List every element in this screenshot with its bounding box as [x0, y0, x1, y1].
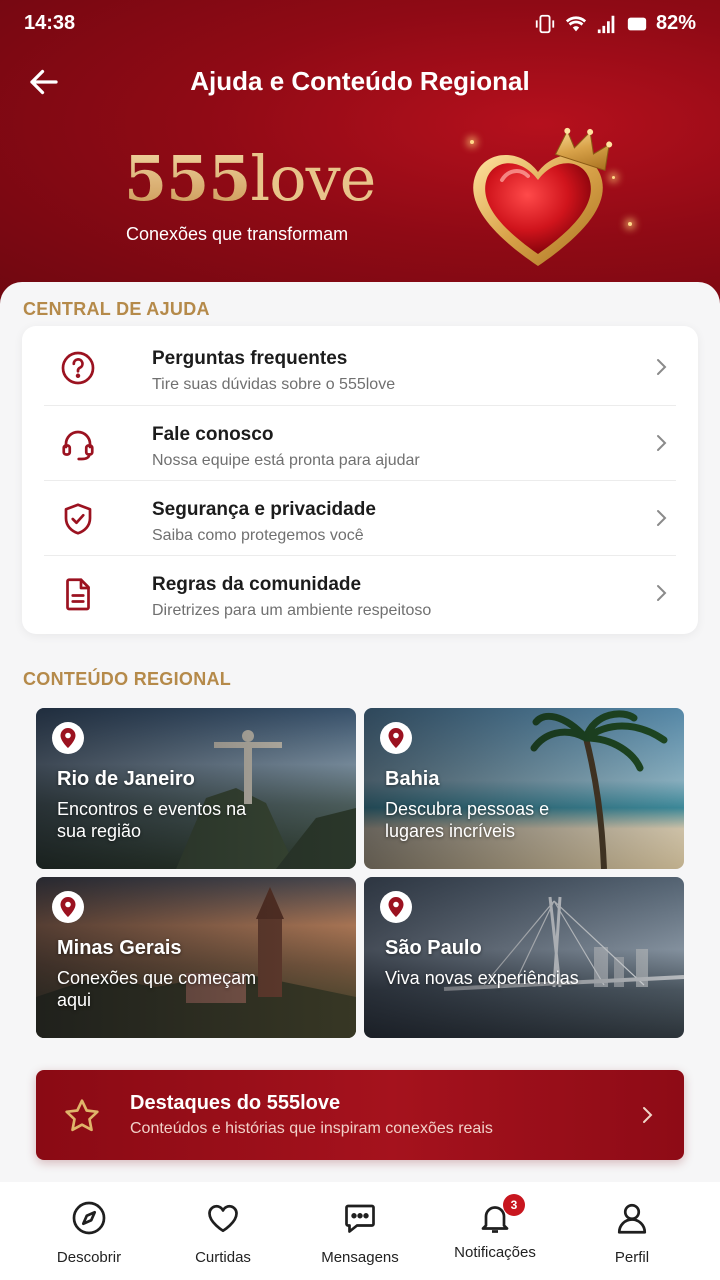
- nav-item-notifications[interactable]: 3 Notificações: [430, 1194, 560, 1261]
- chevron-right-icon: [657, 510, 667, 526]
- region-description: Descubra pessoas e lugares incríveis: [385, 799, 550, 841]
- location-pin-icon: [52, 722, 84, 754]
- region-card-rio[interactable]: Rio de Janeiro Encontros e eventos na su…: [36, 708, 356, 869]
- region-name: Minas Gerais: [57, 937, 182, 959]
- nav-item-discover[interactable]: Descobrir: [24, 1200, 154, 1266]
- help-item-rules[interactable]: Regras da comunidade Diretrizes para um …: [44, 555, 676, 629]
- help-card: Perguntas frequentes Tire suas dúvidas s…: [22, 326, 698, 634]
- notification-badge: 3: [503, 1194, 525, 1216]
- question-circle-icon: [61, 351, 95, 385]
- star-icon: [65, 1099, 99, 1132]
- main-content: CENTRAL DE AJUDA Perguntas frequentes Ti…: [0, 282, 720, 1182]
- brand-block: 555love Conexões que transformam: [124, 148, 376, 245]
- chevron-right-icon: [657, 585, 667, 601]
- wifi-icon: [565, 15, 587, 31]
- nav-label: Descobrir: [56, 1249, 122, 1266]
- help-item-faq[interactable]: Perguntas frequentes Tire suas dúvidas s…: [44, 330, 676, 404]
- status-bar: 14:38 82%: [0, 0, 720, 46]
- highlights-subtitle: Conteúdos e histórias que inspiram conex…: [130, 1120, 493, 1137]
- location-pin-icon: [380, 722, 412, 754]
- sparkle: [628, 222, 632, 226]
- help-item-subtitle: Diretrizes para um ambiente respeitoso: [152, 602, 432, 619]
- crowned-heart-icon: [473, 127, 613, 266]
- help-item-subtitle: Tire suas dúvidas sobre o 555love: [152, 376, 396, 393]
- battery-level: 82%: [655, 12, 696, 34]
- status-icons: 82%: [534, 12, 696, 35]
- nav-label: Perfil: [614, 1249, 650, 1266]
- region-card-minas[interactable]: Minas Gerais Conexões que começam aqui: [36, 877, 356, 1038]
- help-item-title: Regras da comunidade: [152, 574, 362, 595]
- region-name: São Paulo: [385, 937, 482, 959]
- page-title: Ajuda e Conteúdo Regional: [190, 66, 530, 96]
- sparkle: [612, 176, 615, 179]
- brand-tagline: Conexões que transformam: [126, 224, 349, 244]
- signal-icon: [597, 15, 615, 33]
- region-card-bahia[interactable]: Bahia Descubra pessoas e lugares incríve…: [364, 708, 684, 869]
- nav-item-profile[interactable]: Perfil: [567, 1200, 697, 1266]
- help-item-subtitle: Saiba como protegemos você: [152, 527, 364, 544]
- nav-label: Mensagens: [321, 1249, 399, 1266]
- compass-icon: [72, 1201, 106, 1235]
- section-title-regional: CONTEÚDO REGIONAL: [23, 669, 232, 689]
- brand-logo-number: 555: [124, 142, 251, 215]
- highlights-banner[interactable]: Destaques do 555love Conteúdos e históri…: [36, 1070, 684, 1160]
- vibrate-icon: [535, 14, 555, 33]
- battery-icon: [627, 17, 647, 30]
- user-icon: [617, 1203, 647, 1234]
- chevron-right-icon: [643, 1107, 653, 1123]
- chevron-right-icon: [657, 359, 667, 375]
- region-description: Viva novas experiências: [385, 968, 579, 988]
- region-card-sao-paulo[interactable]: São Paulo Viva novas experiências: [364, 877, 684, 1038]
- chevron-right-icon: [657, 435, 667, 451]
- section-title-help: CENTRAL DE AJUDA: [23, 299, 210, 319]
- help-item-title: Perguntas frequentes: [152, 348, 348, 369]
- region-grid: Rio de Janeiro Encontros e eventos na su…: [36, 708, 684, 1038]
- brand-logo: 555love: [124, 148, 376, 210]
- highlights-title: Destaques do 555love: [130, 1092, 341, 1114]
- location-pin-icon: [52, 891, 84, 923]
- header-banner: 14:38 82% Ajuda e Conteúdo Regional 555l…: [0, 0, 720, 310]
- help-item-subtitle: Nossa equipe está pronta para ajudar: [152, 452, 420, 469]
- region-name: Rio de Janeiro: [57, 768, 195, 790]
- heart-icon: [208, 1204, 238, 1233]
- region-name: Bahia: [385, 768, 440, 790]
- sparkle: [470, 140, 474, 144]
- top-bar: Ajuda e Conteúdo Regional: [0, 56, 720, 106]
- nav-label: Curtidas: [195, 1249, 251, 1266]
- region-description: Conexões que começam aqui: [57, 968, 257, 1010]
- help-item-title: Segurança e privacidade: [152, 499, 376, 520]
- chat-icon: [345, 1204, 375, 1233]
- bell-icon-wrapper: 3: [477, 1194, 525, 1236]
- nav-item-likes[interactable]: Curtidas: [158, 1200, 288, 1266]
- document-icon: [66, 578, 90, 611]
- bottom-nav: Descobrir Curtidas Mensagens 3 Notificaç…: [0, 1182, 720, 1280]
- help-item-contact[interactable]: Fale conosco Nossa equipe está pronta pa…: [44, 405, 676, 479]
- nav-item-messages[interactable]: Mensagens: [295, 1200, 425, 1266]
- help-item-title: Fale conosco: [152, 424, 274, 445]
- location-pin-icon: [380, 891, 412, 923]
- shield-check-icon: [64, 503, 92, 535]
- region-description: Encontros e eventos na sua região: [57, 799, 247, 841]
- help-item-security[interactable]: Segurança e privacidade Saiba como prote…: [44, 480, 676, 554]
- headset-icon: [62, 430, 94, 461]
- brand-logo-word: love: [250, 142, 376, 215]
- nav-label: Notificações: [454, 1244, 536, 1261]
- status-time: 14:38: [24, 12, 76, 34]
